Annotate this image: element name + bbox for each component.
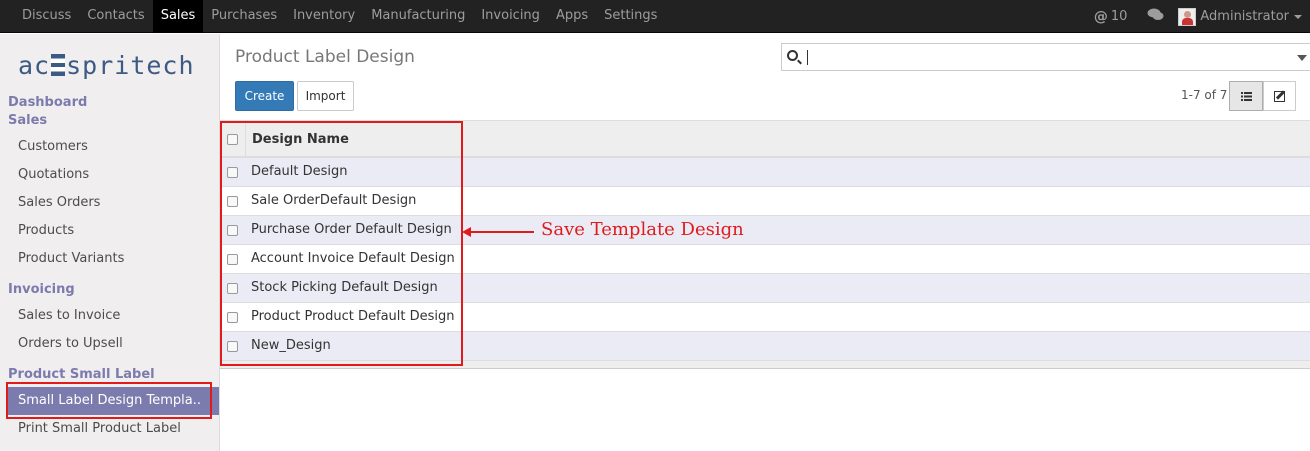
form-view-button[interactable] (1263, 81, 1296, 111)
sidebar-section-product-small-label[interactable]: Product Small Label (8, 367, 155, 382)
edit-icon (1274, 91, 1285, 102)
search-icon (787, 50, 798, 61)
mentions-button[interactable]: @ 10 (1094, 9, 1128, 25)
company-logo: ac spritech (18, 50, 203, 80)
sidebar-section-dashboard[interactable]: Dashboard (8, 95, 87, 110)
search-input[interactable] (781, 43, 1310, 71)
import-button[interactable]: Import (297, 81, 354, 111)
menu-sales[interactable]: Sales (152, 0, 204, 33)
annotation-highlight-box (220, 121, 463, 366)
chat-icon[interactable] (1147, 8, 1164, 25)
annotation-text: Save Template Design (541, 219, 744, 240)
app-menu: Discuss Contacts Sales Purchases Invento… (14, 0, 665, 33)
logo-mark-icon (51, 54, 66, 76)
mentions-count: 10 (1110, 9, 1128, 24)
sidebar-section-sales[interactable]: Sales (8, 113, 47, 128)
logo-text-left: ac (18, 50, 51, 80)
at-icon: @ (1093, 8, 1108, 25)
menu-settings[interactable]: Settings (596, 0, 665, 33)
text-cursor (807, 50, 808, 65)
navbar-right: @ 10 Administrator (1094, 0, 1302, 33)
sidebar-item-print-small-product-label[interactable]: Print Small Product Label (18, 421, 181, 436)
sidebar-item-products[interactable]: Products (18, 223, 74, 238)
top-navbar: Discuss Contacts Sales Purchases Invento… (0, 0, 1310, 33)
sidebar-item-quotations[interactable]: Quotations (18, 167, 89, 182)
menu-purchases[interactable]: Purchases (203, 0, 285, 33)
list-view-button[interactable] (1229, 81, 1263, 111)
sidebar-item-orders-to-upsell[interactable]: Orders to Upsell (18, 336, 123, 351)
logo-text-right: spritech (66, 50, 195, 80)
search-options-dropdown-icon[interactable] (1297, 55, 1307, 61)
sidebar-item-customers[interactable]: Customers (18, 139, 88, 154)
menu-invoicing[interactable]: Invoicing (473, 0, 548, 33)
menu-manufacturing[interactable]: Manufacturing (363, 0, 473, 33)
sidebar-section-invoicing[interactable]: Invoicing (8, 282, 75, 297)
sidebar-item-sales-orders[interactable]: Sales Orders (18, 195, 100, 210)
avatar (1178, 7, 1197, 26)
page-title: Product Label Design (235, 47, 415, 67)
menu-contacts[interactable]: Contacts (79, 0, 152, 33)
create-button[interactable]: Create (235, 81, 294, 111)
menu-inventory[interactable]: Inventory (285, 0, 363, 33)
sidebar-item-sales-to-invoice[interactable]: Sales to Invoice (18, 308, 120, 323)
user-menu[interactable]: Administrator (1178, 7, 1302, 26)
chevron-down-icon (1294, 14, 1302, 19)
sidebar-item-product-variants[interactable]: Product Variants (18, 251, 124, 266)
menu-discuss[interactable]: Discuss (14, 0, 79, 33)
annotation-arrow-icon (462, 227, 534, 237)
list-icon (1241, 92, 1252, 101)
menu-apps[interactable]: Apps (548, 0, 596, 33)
user-name: Administrator (1200, 9, 1289, 24)
annotation-sidebar-highlight-box (6, 382, 212, 419)
pager-value[interactable]: 1-7 of 7 (1181, 88, 1227, 102)
